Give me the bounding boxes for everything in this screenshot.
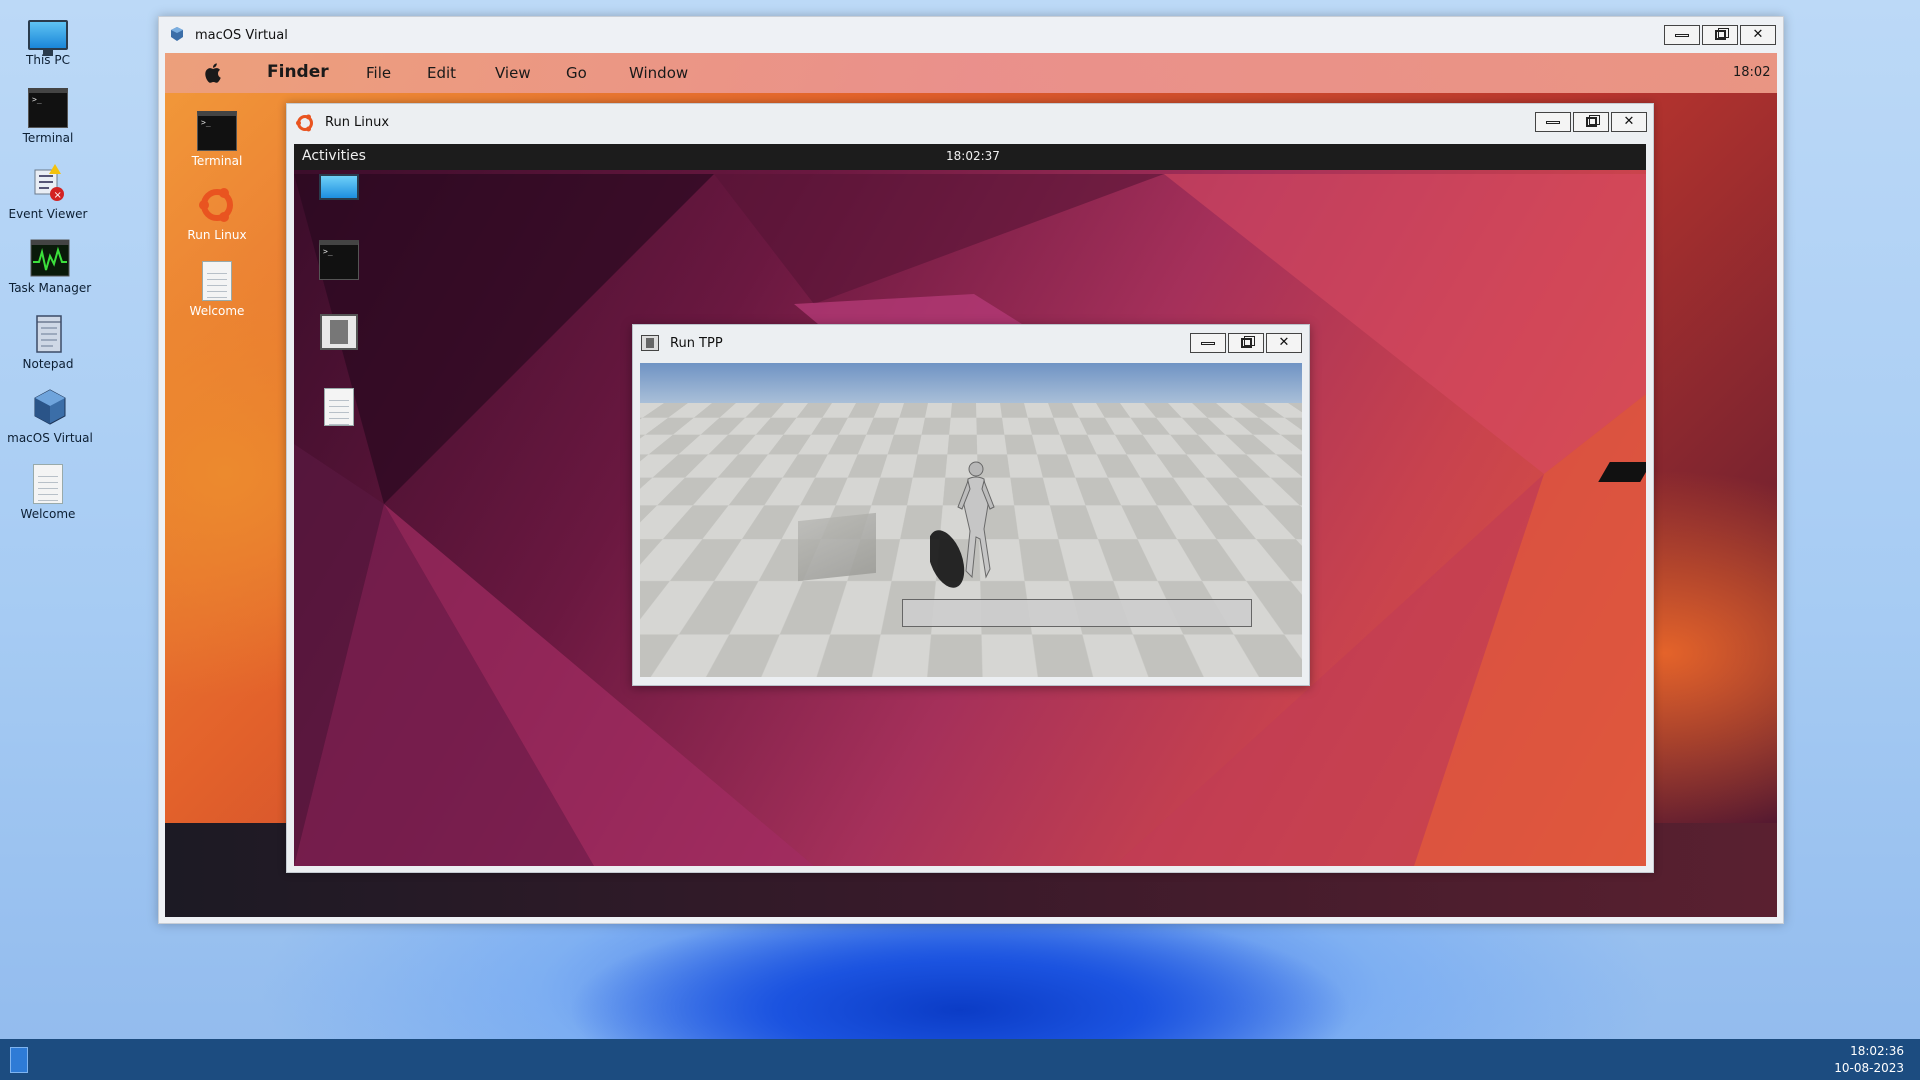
mac-icon-label: Run Linux xyxy=(187,228,247,242)
virtualbox-icon xyxy=(29,388,71,428)
mac-menubar: Finder File Edit View Go Window 18:02 xyxy=(165,53,1777,93)
close-icon: ✕ xyxy=(1623,114,1635,129)
ubuntu-icon-terminal[interactable] xyxy=(314,240,364,280)
desktop-icon-welcome[interactable]: Welcome xyxy=(0,464,96,521)
task-manager-icon xyxy=(29,238,71,278)
window-titlebar[interactable]: Run Linux ✕ xyxy=(287,104,1653,140)
minimize-button[interactable] xyxy=(1190,333,1226,353)
desktop-icon-label: Terminal xyxy=(22,131,74,145)
menu-finder[interactable]: Finder xyxy=(267,62,329,82)
desktop-icon-macos-virtual[interactable]: macOS Virtual xyxy=(2,388,98,445)
game-viewport[interactable] xyxy=(640,363,1302,677)
desktop-icon-terminal[interactable]: Terminal xyxy=(0,88,96,145)
minimize-button[interactable] xyxy=(1535,112,1571,132)
menu-edit[interactable]: Edit xyxy=(427,64,456,82)
document-icon xyxy=(202,261,232,301)
menu-window[interactable]: Window xyxy=(629,64,688,82)
maximize-button[interactable] xyxy=(1228,333,1264,353)
desktop-icon-label: Event Viewer xyxy=(8,207,88,221)
apple-icon[interactable] xyxy=(203,62,225,84)
mac-icon-label: Welcome xyxy=(189,304,245,318)
ubuntu-icon-film[interactable] xyxy=(314,314,364,350)
event-viewer-icon: × xyxy=(27,164,69,204)
window-titlebar[interactable]: macOS Virtual ✕ xyxy=(159,17,1783,51)
window-title: macOS Virtual xyxy=(195,28,288,43)
terminal-icon xyxy=(197,111,237,151)
mac-icon-terminal[interactable]: Terminal xyxy=(177,111,257,168)
notepad-icon xyxy=(27,314,69,354)
menu-view[interactable]: View xyxy=(495,64,531,82)
maximize-button[interactable] xyxy=(1702,25,1738,45)
desktop-icon-label: Task Manager xyxy=(8,281,92,295)
desktop-icon-task-manager[interactable]: Task Manager xyxy=(2,238,98,295)
taskbar-time: 18:02:36 xyxy=(1850,1044,1904,1058)
mac-icon-welcome[interactable]: Welcome xyxy=(177,261,257,318)
menu-go[interactable]: Go xyxy=(566,64,587,82)
game-sky xyxy=(640,363,1302,403)
desktop-icon-event-viewer[interactable]: × Event Viewer xyxy=(0,164,96,221)
desktop-icon-notepad[interactable]: Notepad xyxy=(0,314,96,371)
activities-button[interactable]: Activities xyxy=(302,148,366,164)
taskbar-date: 10-08-2023 xyxy=(1834,1061,1904,1075)
desktop-icon-label: macOS Virtual xyxy=(7,431,93,445)
terminal-icon xyxy=(28,88,68,128)
gnome-clock[interactable]: 18:02:37 xyxy=(946,149,1000,163)
window-controls: ✕ xyxy=(1190,333,1302,353)
run-tpp-window[interactable]: Run TPP ✕ xyxy=(632,324,1310,686)
desktop-icon-label: Welcome xyxy=(20,507,76,521)
game-character xyxy=(930,461,995,588)
game-hud-bar xyxy=(902,599,1252,627)
start-button[interactable] xyxy=(10,1047,28,1073)
window-controls: ✕ xyxy=(1535,112,1647,132)
taskbar-clock[interactable]: 18:02:36 10-08-2023 xyxy=(1834,1043,1904,1077)
gnome-topbar: Activities 18:02:37 xyxy=(294,144,1646,170)
svg-text:×: × xyxy=(54,190,62,201)
desktop-icon-this-pc[interactable]: This PC xyxy=(0,16,96,67)
close-icon: ✕ xyxy=(1278,335,1290,350)
document-icon xyxy=(324,388,354,426)
window-title: Run TPP xyxy=(670,336,723,351)
game-cube xyxy=(798,512,876,582)
window-titlebar[interactable]: Run TPP ✕ xyxy=(633,325,1309,361)
ubuntu-icon xyxy=(197,185,237,225)
window-controls: ✕ xyxy=(1664,25,1776,45)
menu-file[interactable]: File xyxy=(366,64,391,82)
taskbar: 18:02:36 10-08-2023 xyxy=(0,1039,1920,1080)
virtualbox-icon xyxy=(169,26,185,42)
ubuntu-icon xyxy=(295,113,315,133)
film-icon xyxy=(641,335,659,351)
ubuntu-icon-monitor[interactable] xyxy=(314,174,364,200)
close-icon: ✕ xyxy=(1752,27,1764,42)
close-button[interactable]: ✕ xyxy=(1266,333,1302,353)
mac-icon-run-linux[interactable]: Run Linux xyxy=(177,185,257,242)
monitor-icon xyxy=(319,174,359,200)
film-icon xyxy=(320,314,358,350)
ubuntu-icon-document[interactable] xyxy=(314,388,364,426)
close-button[interactable]: ✕ xyxy=(1740,25,1776,45)
document-icon xyxy=(33,464,63,504)
maximize-button[interactable] xyxy=(1573,112,1609,132)
terminal-icon xyxy=(319,240,359,280)
computer-icon xyxy=(28,20,68,56)
mac-icon-label: Terminal xyxy=(191,154,243,168)
mac-clock: 18:02 xyxy=(1733,65,1771,80)
close-button[interactable]: ✕ xyxy=(1611,112,1647,132)
desktop-icon-label: Notepad xyxy=(22,357,74,371)
minimize-button[interactable] xyxy=(1664,25,1700,45)
window-title: Run Linux xyxy=(325,115,390,130)
